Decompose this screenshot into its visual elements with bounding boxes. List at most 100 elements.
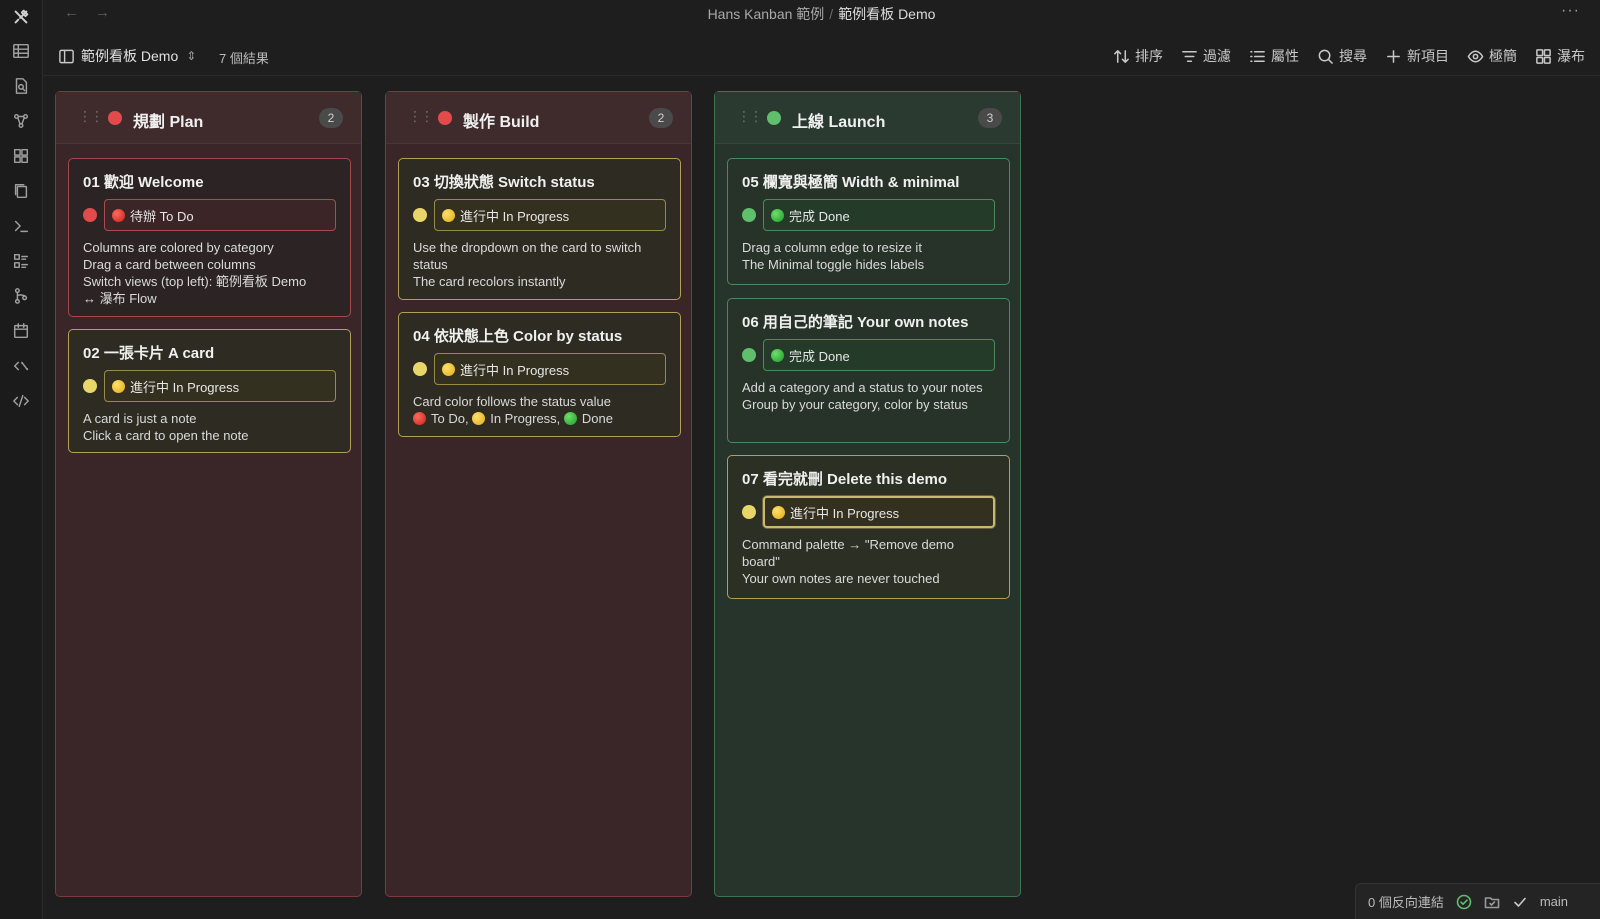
column-header: ⋮⋮ 上線 Launch 3 — [715, 92, 1020, 144]
category-color-dot — [108, 111, 122, 125]
status-color-dot — [413, 208, 427, 222]
status-color-dot — [742, 208, 756, 222]
filter-label: 過濾 — [1203, 48, 1231, 64]
checkmark-icon[interactable] — [1512, 894, 1528, 910]
sort-icon — [1114, 49, 1129, 63]
yellow-circle-icon — [112, 379, 125, 393]
drag-handle-icon[interactable]: ⋮⋮ — [737, 108, 763, 125]
status-value: 進行中 In Progress — [460, 362, 570, 378]
status-dropdown[interactable]: 待辦 To Do — [104, 199, 336, 231]
card-05-width-minimal[interactable]: 05 欄寬與極簡 Width & minimal 完成 Done Drag a … — [727, 158, 1010, 285]
status-dropdown[interactable]: 進行中 In Progress — [434, 199, 666, 231]
card-line: Switch views (top left): 範例看板 Demo — [83, 274, 307, 289]
card-03-switch-status[interactable]: 03 切換狀態 Switch status 進行中 In Progress Us… — [398, 158, 681, 300]
card-title: 01 歡迎 Welcome — [83, 174, 204, 191]
card-line: The Minimal toggle hides labels — [742, 257, 925, 272]
chevron-updown-icon: ⇕ — [186, 49, 197, 63]
vault-name[interactable]: Hans Kanban 範例 — [708, 6, 825, 22]
card-line: Click a card to open the note — [83, 428, 249, 443]
git-branch-name[interactable]: main — [1540, 894, 1568, 909]
card-line: The card recolors instantly — [413, 274, 566, 289]
card-02-a-card[interactable]: 02 一張卡片 A card 進行中 In Progress A card is… — [68, 329, 351, 453]
list-blocks-icon[interactable] — [7, 247, 35, 275]
table-icon[interactable] — [7, 37, 35, 65]
green-circle-icon — [771, 208, 784, 222]
status-dropdown[interactable]: 進行中 In Progress — [434, 353, 666, 385]
card-body: Columns are colored by category Drag a c… — [83, 239, 336, 307]
view-name: 範例看板 Demo — [81, 48, 179, 64]
legend-in-progress: In Progress, — [490, 411, 561, 426]
properties-button[interactable]: 屬性 — [1249, 46, 1299, 66]
card-01-welcome[interactable]: 01 歡迎 Welcome 待辦 To Do Columns are color… — [68, 158, 351, 317]
flow-view-button[interactable]: 瀑布 — [1535, 46, 1585, 66]
card-07-delete-demo[interactable]: 07 看完就刪 Delete this demo 進行中 In Progress… — [727, 455, 1010, 599]
card-line: Command palette → "Remove demo board" — [742, 537, 954, 569]
status-color-dot — [413, 362, 427, 376]
copy-icon[interactable] — [7, 177, 35, 205]
bases-toolbar: 範例看板 Demo ⇕ 7 個結果 排序 過濾 屬性 搜尋 新項目 極簡 瀑布 — [43, 36, 1600, 76]
view-switcher[interactable]: 範例看板 Demo ⇕ — [58, 46, 196, 66]
drag-handle-icon[interactable]: ⋮⋮ — [78, 108, 104, 125]
card-04-color-by-status[interactable]: 04 依狀態上色 Color by status 進行中 In Progress… — [398, 312, 681, 437]
more-options-icon[interactable]: ··· — [1561, 2, 1580, 20]
status-value: 待辦 To Do — [130, 208, 194, 224]
tools-logo-icon[interactable] — [7, 3, 35, 31]
card-body: A card is just a note Click a card to op… — [83, 410, 336, 444]
template-percent-icon[interactable] — [7, 352, 35, 380]
green-circle-icon — [771, 348, 784, 362]
status-dropdown[interactable]: 完成 Done — [763, 199, 995, 231]
backlinks-count[interactable]: 0 個反向連結 — [1368, 892, 1444, 911]
sync-check-circle-icon[interactable] — [1456, 894, 1472, 910]
title-bar: ← → Hans Kanban 範例 / 範例看板 Demo ··· — [43, 0, 1600, 26]
column-count-badge: 3 — [978, 108, 1002, 128]
red-circle-icon — [112, 208, 125, 222]
category-color-dot — [438, 111, 452, 125]
minimal-toggle-button[interactable]: 極簡 — [1467, 46, 1517, 66]
status-dropdown[interactable]: 完成 Done — [763, 339, 995, 371]
search-button[interactable]: 搜尋 — [1317, 46, 1367, 66]
calendar-icon[interactable] — [7, 317, 35, 345]
status-value: 進行中 In Progress — [460, 208, 570, 224]
column-count-badge: 2 — [649, 108, 673, 128]
sort-button[interactable]: 排序 — [1113, 46, 1163, 66]
card-line: A card is just a note — [83, 411, 197, 426]
card-title: 04 依狀態上色 Color by status — [413, 328, 623, 345]
graph-icon[interactable] — [7, 107, 35, 135]
card-line: Your own notes are never touched — [742, 571, 940, 586]
status-bar: 0 個反向連結 main — [1355, 883, 1600, 919]
file-name[interactable]: 範例看板 Demo — [838, 6, 935, 22]
drag-handle-icon[interactable]: ⋮⋮ — [408, 108, 434, 125]
eye-icon — [1467, 50, 1484, 62]
status-value: 完成 Done — [789, 208, 850, 224]
card-line: ↔ 瀑布 Flow — [83, 291, 157, 306]
git-branch-icon[interactable] — [7, 282, 35, 310]
new-item-button[interactable]: 新項目 — [1385, 46, 1449, 66]
minimal-label: 極簡 — [1489, 48, 1517, 64]
filter-button[interactable]: 過濾 — [1181, 46, 1231, 66]
sort-label: 排序 — [1135, 48, 1163, 64]
status-dropdown[interactable]: 進行中 In Progress — [763, 496, 995, 528]
legend-done: Done — [581, 411, 613, 426]
status-color-dot — [83, 208, 97, 222]
category-color-dot — [767, 111, 781, 125]
yellow-circle-icon — [772, 505, 785, 519]
card-body: Drag a column edge to resize it The Mini… — [742, 239, 995, 273]
red-circle-icon — [413, 412, 426, 425]
card-title: 02 一張卡片 A card — [83, 345, 215, 362]
card-06-your-own-notes[interactable]: 06 用自己的筆記 Your own notes 完成 Done Add a c… — [727, 298, 1010, 443]
folder-check-icon[interactable] — [1484, 894, 1500, 910]
blocks-icon[interactable] — [7, 142, 35, 170]
terminal-icon[interactable] — [7, 212, 35, 240]
file-search-icon[interactable] — [7, 72, 35, 100]
status-dropdown[interactable]: 進行中 In Progress — [104, 370, 336, 402]
column-plan: ⋮⋮ 規劃 Plan 2 01 歡迎 Welcome 待辦 To Do Colu… — [55, 91, 362, 897]
code-icon[interactable] — [7, 387, 35, 415]
window-title: Hans Kanban 範例 / 範例看板 Demo — [707, 6, 936, 22]
legend-todo: To Do, — [431, 411, 469, 426]
card-body: Add a category and a status to your note… — [742, 379, 995, 413]
card-line: Group by your category, color by status — [742, 397, 968, 412]
card-body: Command palette → "Remove demo board" Yo… — [742, 536, 995, 587]
status-color-dot — [742, 505, 756, 519]
result-count: 7 個結果 — [219, 51, 269, 66]
toolbar-actions: 排序 過濾 屬性 搜尋 新項目 極簡 瀑布 — [1113, 46, 1585, 66]
